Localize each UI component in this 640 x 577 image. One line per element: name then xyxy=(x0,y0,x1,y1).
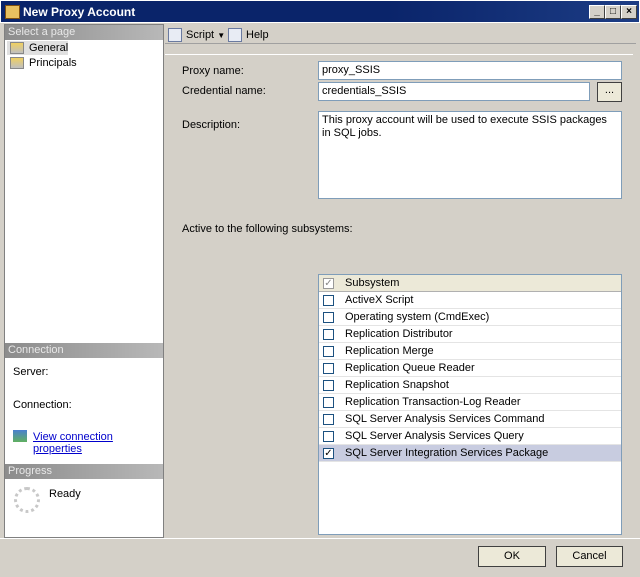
subsystem-checkbox[interactable] xyxy=(323,380,334,391)
subsystem-name: SQL Server Analysis Services Query xyxy=(345,428,524,445)
subsystem-checkbox[interactable] xyxy=(323,346,334,357)
script-button[interactable]: Script ▼ xyxy=(168,27,225,43)
toolbar: Script ▼ Help xyxy=(165,24,636,44)
subsystem-checkbox[interactable] xyxy=(323,397,334,408)
subsystem-checkbox[interactable] xyxy=(323,431,334,442)
select-all-checkbox[interactable]: ✓ xyxy=(323,278,334,289)
subsystem-name: SQL Server Analysis Services Command xyxy=(345,411,545,428)
table-row[interactable]: Replication Transaction-Log Reader xyxy=(319,394,621,411)
description-label: Description: xyxy=(182,119,240,131)
cancel-button[interactable]: Cancel xyxy=(556,546,623,567)
progress-status: Ready xyxy=(49,488,81,500)
subsystem-checkbox[interactable] xyxy=(323,363,334,374)
subsystem-checkbox[interactable] xyxy=(323,329,334,340)
subsystem-checkbox[interactable]: ✓ xyxy=(323,448,334,459)
table-row[interactable]: ✓ SQL Server Integration Services Package xyxy=(319,445,621,462)
maximize-button[interactable]: □ xyxy=(605,5,621,19)
proxy-name-label: Proxy name: xyxy=(182,65,244,77)
general-panel: Proxy name: proxy_SSIS Credential name: … xyxy=(165,54,633,534)
main-pane: Script ▼ Help Proxy name: proxy_SSIS Cre… xyxy=(165,24,636,538)
subsystem-name: Replication Merge xyxy=(345,343,434,360)
close-button[interactable]: × xyxy=(621,5,637,19)
table-row[interactable]: Replication Merge xyxy=(319,343,621,360)
subsystem-checkbox[interactable] xyxy=(323,414,334,425)
script-icon xyxy=(168,28,182,42)
subsystems-label: Active to the following subsystems: xyxy=(182,223,353,235)
progress-header: Progress xyxy=(5,464,163,479)
window-title: New Proxy Account xyxy=(23,5,135,19)
connection-header: Connection xyxy=(5,343,163,358)
subsystem-name: Replication Transaction-Log Reader xyxy=(345,394,521,411)
help-button[interactable]: Help xyxy=(228,27,269,43)
button-bar: OK Cancel xyxy=(0,538,640,577)
chevron-down-icon: ▼ xyxy=(217,31,225,40)
subsystem-name: Replication Snapshot xyxy=(345,377,449,394)
subsystem-name: Replication Distributor xyxy=(345,326,453,343)
page-label: Principals xyxy=(29,57,77,69)
table-row[interactable]: ActiveX Script xyxy=(319,292,621,309)
script-label: Script xyxy=(186,29,214,41)
subsystem-name: Operating system (CmdExec) xyxy=(345,309,489,326)
progress-spinner-icon xyxy=(14,487,40,513)
page-icon xyxy=(10,57,24,69)
subsystem-name: Replication Queue Reader xyxy=(345,360,475,377)
ok-button[interactable]: OK xyxy=(478,546,546,567)
table-row[interactable]: SQL Server Analysis Services Command xyxy=(319,411,621,428)
connection-label: Connection: xyxy=(13,399,72,411)
subsystem-name: ActiveX Script xyxy=(345,292,413,309)
page-icon xyxy=(10,42,24,54)
select-page-header: Select a page xyxy=(5,25,163,40)
browse-credential-button[interactable]: ... xyxy=(597,82,622,102)
subsystem-name: SQL Server Integration Services Package xyxy=(345,445,548,462)
credential-name-label: Credential name: xyxy=(182,85,266,97)
page-label: General xyxy=(29,42,68,54)
header-label: Subsystem xyxy=(345,275,399,292)
table-row[interactable]: Replication Snapshot xyxy=(319,377,621,394)
left-pane: Select a page General Principals Connect… xyxy=(4,24,164,538)
credential-name-input[interactable]: credentials_SSIS xyxy=(318,82,590,101)
app-icon xyxy=(5,5,20,19)
proxy-name-input[interactable]: proxy_SSIS xyxy=(318,61,622,80)
subsystem-checkbox[interactable] xyxy=(323,312,334,323)
help-label: Help xyxy=(246,29,269,41)
table-row[interactable]: Replication Queue Reader xyxy=(319,360,621,377)
connection-properties-icon xyxy=(13,430,27,442)
description-textarea[interactable]: This proxy account will be used to execu… xyxy=(318,111,622,199)
page-general[interactable]: General xyxy=(7,41,68,55)
help-icon xyxy=(228,28,242,42)
table-row[interactable]: SQL Server Analysis Services Query xyxy=(319,428,621,445)
view-connection-properties-link[interactable]: View connection properties xyxy=(33,431,163,455)
table-header: ✓ Subsystem xyxy=(319,275,621,292)
subsystem-checkbox[interactable] xyxy=(323,295,334,306)
page-principals[interactable]: Principals xyxy=(7,56,77,70)
table-row[interactable]: Operating system (CmdExec) xyxy=(319,309,621,326)
subsystems-table: ✓ Subsystem ActiveX ScriptOperating syst… xyxy=(318,274,622,535)
server-label: Server: xyxy=(13,366,48,378)
table-row[interactable]: Replication Distributor xyxy=(319,326,621,343)
minimize-button[interactable]: _ xyxy=(589,5,605,19)
title-bar: New Proxy Account _ □ × xyxy=(0,0,640,23)
